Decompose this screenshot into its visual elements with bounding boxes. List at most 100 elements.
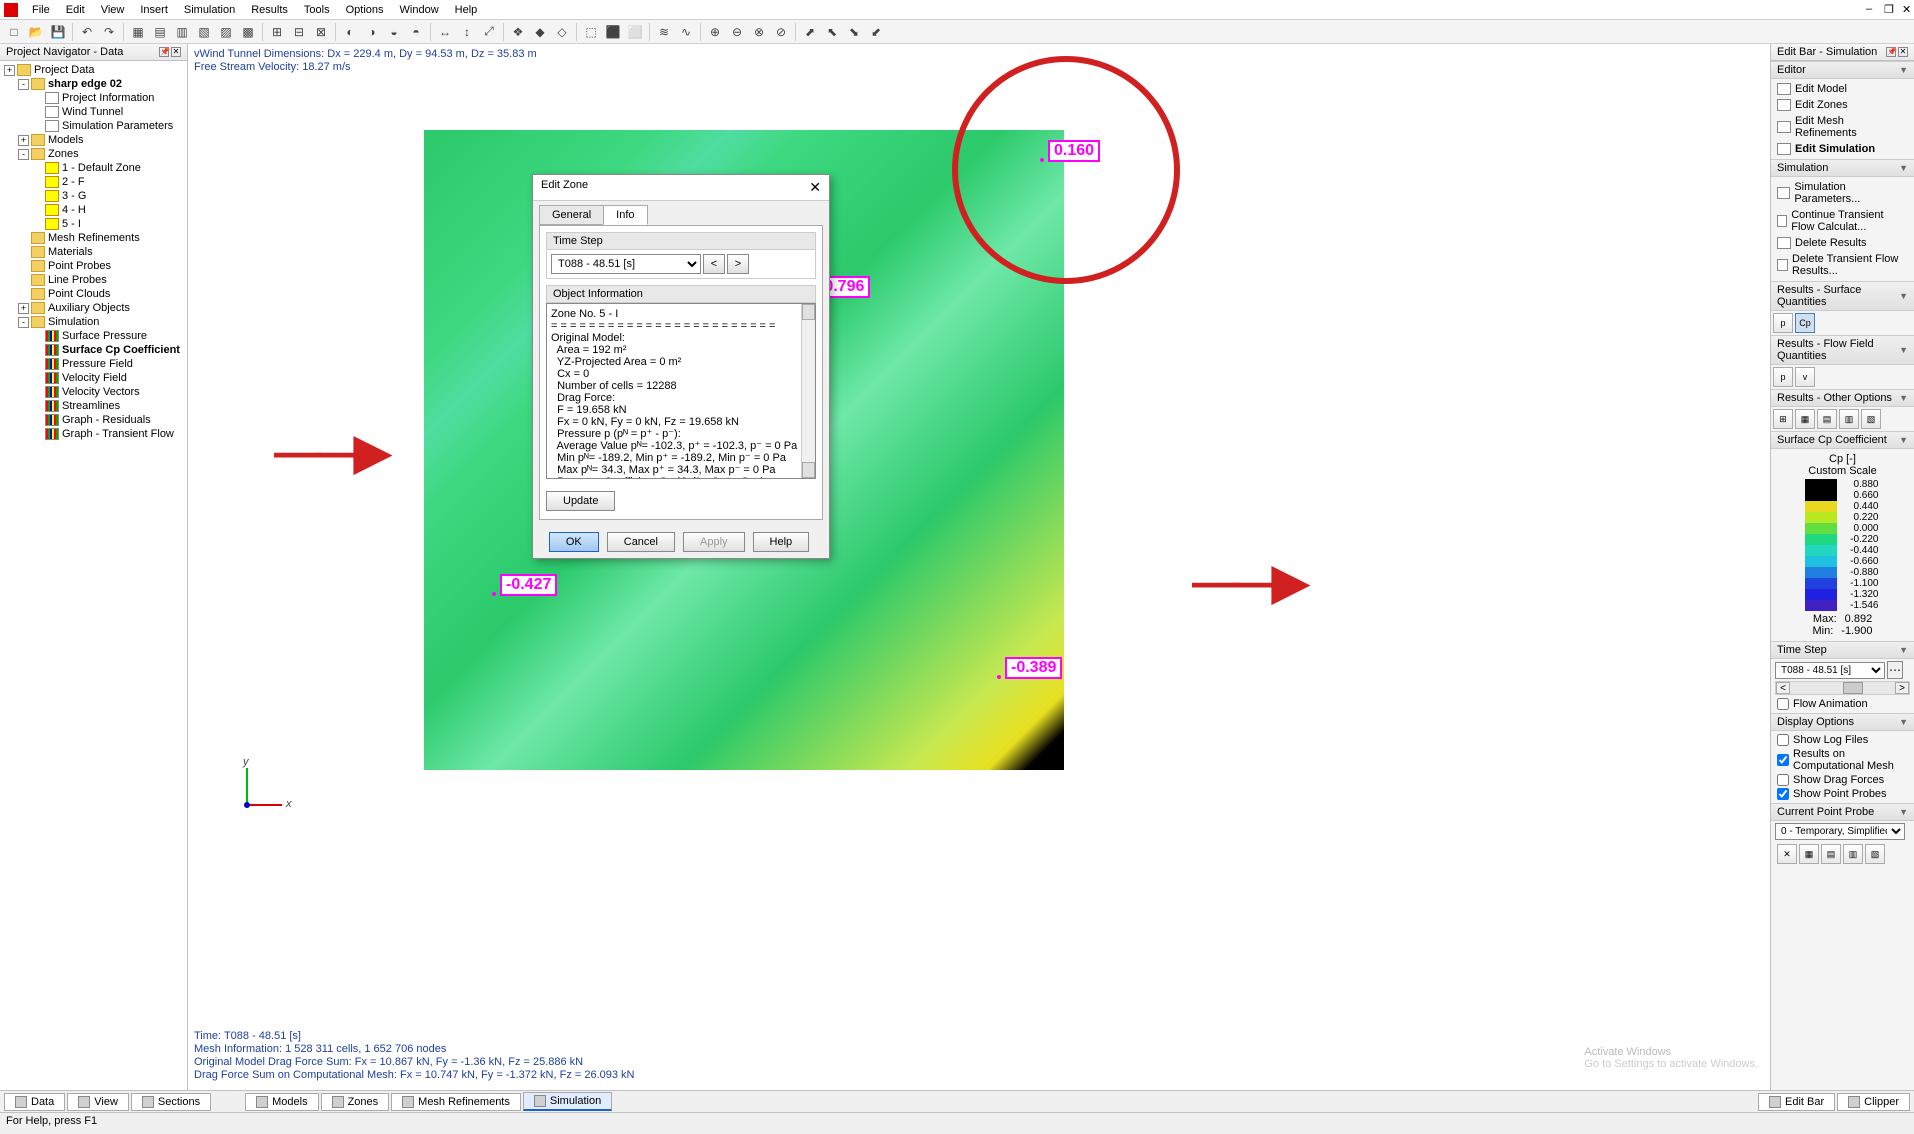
other-opt-button[interactable]: ▤ — [1817, 409, 1837, 429]
menu-help[interactable]: Help — [447, 2, 486, 18]
simulation-link[interactable]: Simulation Parameters... — [1775, 179, 1910, 207]
display-option-checkbox[interactable] — [1777, 788, 1789, 800]
toolbar-icon[interactable]: ◓ — [406, 22, 426, 42]
toolbar-icon[interactable]: ◒ — [384, 22, 404, 42]
tab-general[interactable]: General — [539, 205, 604, 225]
toolbar-icon[interactable]: ↔ — [435, 22, 455, 42]
minimize-button[interactable]: – — [1858, 1, 1874, 18]
tree-item[interactable]: 1 - Default Zone — [0, 161, 187, 175]
cancel-button[interactable]: Cancel — [607, 532, 675, 552]
help-button[interactable]: Help — [753, 532, 810, 552]
close-panel-icon[interactable]: ✕ — [171, 47, 181, 57]
editor-link[interactable]: Edit Simulation — [1775, 141, 1910, 157]
result-cp-button[interactable]: Cp — [1795, 313, 1815, 333]
simulation-link[interactable]: Delete Transient Flow Results... — [1775, 251, 1910, 279]
tab-models[interactable]: Models — [245, 1093, 318, 1111]
editor-link[interactable]: Edit Zones — [1775, 97, 1910, 113]
scrollbar[interactable] — [801, 304, 815, 478]
tree-item[interactable]: Surface Pressure — [0, 329, 187, 343]
timestep-select[interactable]: T088 - 48.51 [s] — [1775, 662, 1885, 679]
toolbar-icon[interactable]: ↕ — [457, 22, 477, 42]
toolbar-icon[interactable]: ⬈ — [800, 22, 820, 42]
tree-item[interactable]: Materials — [0, 245, 187, 259]
tree-item[interactable]: Velocity Field — [0, 371, 187, 385]
toolbar-icon[interactable]: ❖ — [508, 22, 528, 42]
tab-info[interactable]: Info — [603, 205, 647, 225]
toolbar-icon[interactable]: ▦ — [128, 22, 148, 42]
toolbar-icon[interactable]: ⊖ — [727, 22, 747, 42]
toolbar-icon[interactable]: ⊞ — [267, 22, 287, 42]
toolbar-icon[interactable]: ⊟ — [289, 22, 309, 42]
tree-item[interactable]: Project Information — [0, 91, 187, 105]
toolbar-icon[interactable]: ⬉ — [822, 22, 842, 42]
probe-button[interactable]: ▧ — [1865, 844, 1885, 864]
other-opt-button[interactable]: ▥ — [1839, 409, 1859, 429]
tree-item[interactable]: 4 - H — [0, 203, 187, 217]
editor-link[interactable]: Edit Mesh Refinements — [1775, 113, 1910, 141]
tree-item[interactable]: -Simulation — [0, 315, 187, 329]
tab-view[interactable]: View — [67, 1093, 129, 1111]
menu-insert[interactable]: Insert — [132, 2, 176, 18]
flow-v-button[interactable]: v — [1795, 367, 1815, 387]
tree-item[interactable]: Mesh Refinements — [0, 231, 187, 245]
expand-toggle[interactable]: + — [18, 303, 29, 314]
expand-toggle[interactable]: - — [18, 317, 29, 328]
tree-item[interactable]: 5 - I — [0, 217, 187, 231]
toolbar-undo-icon[interactable]: ↶ — [77, 22, 97, 42]
timestep-settings-button[interactable]: ⋯ — [1887, 661, 1903, 679]
menu-window[interactable]: Window — [392, 2, 447, 18]
expand-toggle[interactable]: - — [18, 149, 29, 160]
toolbar-icon[interactable]: ⬜ — [625, 22, 645, 42]
result-p-button[interactable]: p — [1773, 313, 1793, 333]
simulation-link[interactable]: Continue Transient Flow Calculat... — [1775, 207, 1910, 235]
menu-results[interactable]: Results — [243, 2, 296, 18]
toolbar-icon[interactable]: ▤ — [150, 22, 170, 42]
tab-edit-bar[interactable]: Edit Bar — [1758, 1093, 1835, 1111]
tree-item[interactable]: +Auxiliary Objects — [0, 301, 187, 315]
toolbar-icon[interactable]: ◐ — [340, 22, 360, 42]
toolbar-icon[interactable]: ⤢ — [479, 22, 499, 42]
project-tree[interactable]: +Project Data-sharp edge 02Project Infor… — [0, 61, 187, 1090]
menu-tools[interactable]: Tools — [296, 2, 338, 18]
toolbar-icon[interactable]: ⊕ — [705, 22, 725, 42]
display-option-checkbox[interactable] — [1777, 734, 1789, 746]
toolbar-icon[interactable]: ▧ — [194, 22, 214, 42]
tree-item[interactable]: -sharp edge 02 — [0, 77, 187, 91]
tree-item[interactable]: Streamlines — [0, 399, 187, 413]
pin-icon[interactable]: 📌 — [159, 47, 169, 57]
expand-toggle[interactable]: + — [4, 65, 15, 76]
toolbar-icon[interactable]: ◆ — [530, 22, 550, 42]
probe-button[interactable]: ▤ — [1821, 844, 1841, 864]
tab-zones[interactable]: Zones — [321, 1093, 390, 1111]
tab-mesh-refinements[interactable]: Mesh Refinements — [391, 1093, 521, 1111]
tab-data[interactable]: Data — [4, 1093, 65, 1111]
toolbar-icon[interactable]: ⊘ — [771, 22, 791, 42]
toolbar-icon[interactable]: ⬊ — [844, 22, 864, 42]
timestep-scrollbar[interactable]: < > — [1775, 681, 1910, 695]
close-panel-icon[interactable]: ✕ — [1898, 47, 1908, 57]
toolbar-redo-icon[interactable]: ↷ — [99, 22, 119, 42]
flow-animation-checkbox[interactable] — [1777, 698, 1789, 710]
toolbar-new-icon[interactable]: □ — [4, 22, 24, 42]
editor-link[interactable]: Edit Model — [1775, 81, 1910, 97]
toolbar-icon[interactable]: ≋ — [654, 22, 674, 42]
toolbar-open-icon[interactable]: 📂 — [26, 22, 46, 42]
toolbar-icon[interactable]: ⬚ — [581, 22, 601, 42]
flow-p-button[interactable]: p — [1773, 367, 1793, 387]
object-info-text[interactable]: Zone No. 5 - I= = = = = = = = = = = = = … — [546, 303, 816, 479]
tree-item[interactable]: Surface Cp Coefficient — [0, 343, 187, 357]
probe-button[interactable]: ▥ — [1843, 844, 1863, 864]
dialog-close-button[interactable]: ✕ — [809, 179, 821, 196]
tab-sections[interactable]: Sections — [131, 1093, 211, 1111]
toolbar-icon[interactable]: ⬋ — [866, 22, 886, 42]
other-opt-button[interactable]: ▦ — [1795, 409, 1815, 429]
simulation-link[interactable]: Delete Results — [1775, 235, 1910, 251]
time-step-next-button[interactable]: > — [727, 254, 749, 274]
toolbar-icon[interactable]: ∿ — [676, 22, 696, 42]
tree-item[interactable]: Point Probes — [0, 259, 187, 273]
tree-item[interactable]: Point Clouds — [0, 287, 187, 301]
tree-item[interactable]: +Models — [0, 133, 187, 147]
tree-item[interactable]: Line Probes — [0, 273, 187, 287]
viewport[interactable]: vWind Tunnel Dimensions: Dx = 229.4 m, D… — [188, 44, 1770, 1090]
tree-item[interactable]: Graph - Transient Flow — [0, 427, 187, 441]
